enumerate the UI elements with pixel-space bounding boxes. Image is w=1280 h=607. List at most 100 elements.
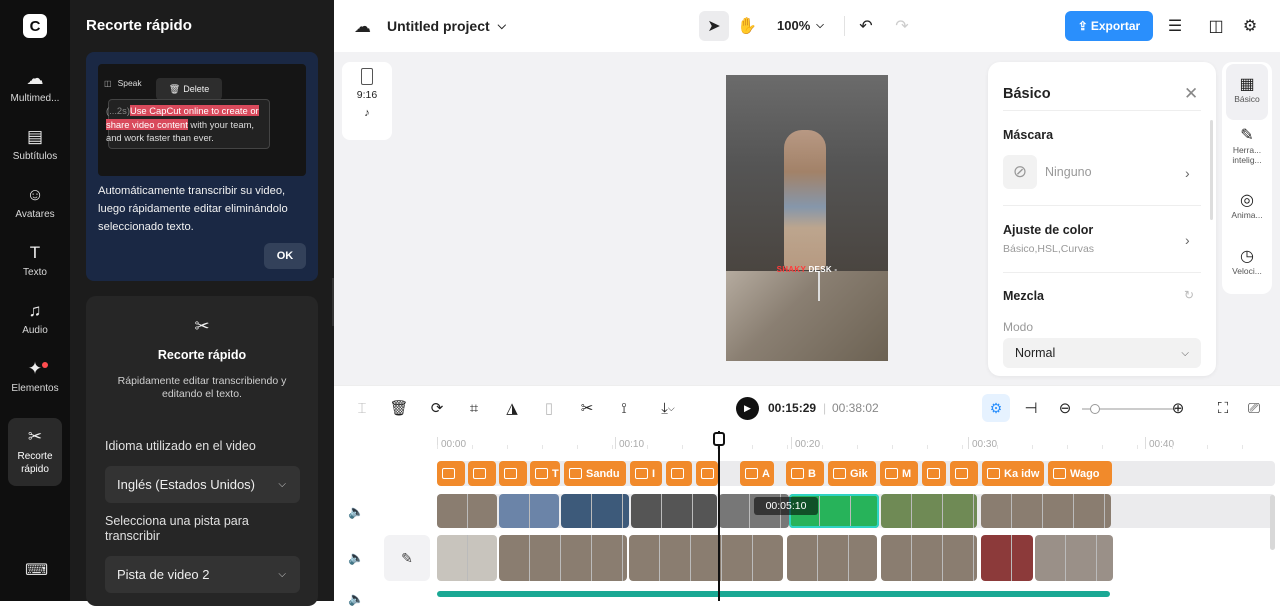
video-clip[interactable]: [787, 535, 877, 581]
redo-icon[interactable]: ↷: [887, 11, 917, 41]
tab-animation[interactable]: ◎ Anima...: [1222, 180, 1272, 236]
tab-magic[interactable]: ✎ Herra... intelig...: [1222, 120, 1272, 176]
crop-icon[interactable]: ⌗: [460, 394, 488, 422]
video-clip[interactable]: [881, 494, 977, 528]
blend-mode-select[interactable]: Normal ⌵: [1003, 338, 1201, 368]
text-clip[interactable]: Ka idw: [982, 461, 1044, 486]
volume-icon[interactable]: 🔈: [348, 504, 364, 520]
color-adjust-label[interactable]: Ajuste de color: [1003, 223, 1093, 237]
video-clip[interactable]: [499, 535, 627, 581]
ruler-tick-label: 00:30: [972, 439, 998, 450]
rail-item-elements[interactable]: ✦ Elementos: [0, 348, 70, 406]
auto-snap-icon[interactable]: ⚙: [982, 394, 1010, 422]
text-clip[interactable]: [922, 461, 946, 486]
aspect-ratio-button[interactable]: 9:16 ♪: [342, 62, 392, 140]
rail-item-text[interactable]: T Texto: [0, 232, 70, 290]
link-icon[interactable]: ⊣: [1017, 394, 1045, 422]
reset-icon[interactable]: ↻: [1184, 288, 1194, 302]
chevron-right-icon[interactable]: ›: [1185, 165, 1190, 181]
mask-value[interactable]: Ninguno: [1045, 165, 1092, 179]
project-title[interactable]: Untitled project ⌵: [387, 18, 506, 34]
video-clip[interactable]: [981, 494, 1111, 528]
rail-item-quick-cut[interactable]: ✂ Recorte rápido: [8, 418, 62, 486]
video-clip[interactable]: [561, 494, 629, 528]
zoom-slider-handle[interactable]: [1090, 404, 1100, 414]
video-clip[interactable]: [881, 535, 977, 581]
close-icon[interactable]: ✕: [1184, 84, 1198, 104]
rotate-icon[interactable]: ⟳: [423, 394, 451, 422]
video-clip[interactable]: [499, 494, 559, 528]
ruler-tick-label: 00:40: [1149, 439, 1175, 450]
trim-icon[interactable]: ⟟: [610, 394, 638, 422]
timeline-scrollbar[interactable]: [1270, 495, 1275, 550]
zoom-select[interactable]: 100% ⌵: [777, 18, 824, 33]
text-clip[interactable]: T: [530, 461, 560, 486]
video-clip[interactable]: [1035, 535, 1113, 581]
language-select[interactable]: Inglés (Estados Unidos) ⌵: [105, 466, 300, 503]
fullscreen-icon[interactable]: ⛶: [1209, 394, 1237, 422]
export-button[interactable]: ⇪ Exportar: [1065, 11, 1153, 41]
rail-item-avatar[interactable]: ☺ Avatares: [0, 174, 70, 232]
text-clip[interactable]: Wago: [1048, 461, 1112, 486]
text-clip[interactable]: B: [786, 461, 824, 486]
delete-icon[interactable]: 🗑: [385, 394, 413, 422]
ok-button[interactable]: OK: [264, 243, 306, 269]
text-clip[interactable]: A: [740, 461, 774, 486]
keyboard-icon[interactable]: ⌨: [25, 560, 48, 580]
text-clip[interactable]: [950, 461, 978, 486]
layout-icon[interactable]: ◫: [1201, 11, 1231, 41]
flip-icon[interactable]: ◮: [498, 394, 526, 422]
tab-speed[interactable]: ◷ Veloci...: [1222, 236, 1272, 292]
text-clip[interactable]: Gik: [828, 461, 876, 486]
zoom-out-icon[interactable]: ⊖: [1051, 394, 1079, 422]
tab-basic[interactable]: ▦ Básico: [1226, 64, 1268, 120]
ruler-tick-label: 00:10: [619, 439, 645, 450]
text-clip[interactable]: [437, 461, 465, 486]
chevron-down-icon: ⌵: [497, 19, 507, 32]
text-clip[interactable]: Sandu: [564, 461, 626, 486]
text-clip[interactable]: I: [630, 461, 662, 486]
caption-icon[interactable]: ⎚: [1240, 394, 1268, 422]
text-clip[interactable]: [468, 461, 496, 486]
undo-icon[interactable]: ↶: [851, 11, 881, 41]
rail-item-music[interactable]: ♫ Audio: [0, 290, 70, 348]
download-icon[interactable]: ⤓ ⌵: [650, 394, 686, 422]
split-icon[interactable]: ⌶: [348, 394, 376, 422]
text-clip[interactable]: [666, 461, 692, 486]
settings-icon[interactable]: ⚙: [1235, 11, 1265, 41]
volume-icon[interactable]: 🔈: [348, 550, 364, 566]
select-tool-icon[interactable]: ➤: [699, 11, 729, 41]
video-clip[interactable]: [437, 494, 497, 528]
edit-icon[interactable]: ✎: [384, 535, 430, 581]
hand-tool-icon[interactable]: ✋: [732, 11, 762, 41]
tab-label: Herra... intelig...: [1232, 145, 1262, 165]
quick-cut-tool-icon[interactable]: ✂: [573, 394, 601, 422]
video-preview[interactable]: SHAKY DESK -: [726, 75, 888, 361]
rail-item-cloud-upload[interactable]: ☁ Multimed...: [0, 58, 70, 116]
play-button[interactable]: ▶: [736, 397, 759, 420]
tip-card: ◫ Speak 🗑 Delete (...2s)Use CapCut online…: [86, 52, 318, 281]
volume-icon[interactable]: 🔈: [348, 591, 364, 607]
cloud-icon[interactable]: ☁: [354, 17, 371, 37]
freeze-icon[interactable]: ▯: [535, 394, 563, 422]
playhead-handle[interactable]: [713, 432, 725, 446]
layers-icon[interactable]: ☰: [1160, 11, 1190, 41]
track-select[interactable]: Pista de video 2 ⌵: [105, 556, 300, 593]
rail-item-subtitles[interactable]: ▤ Subtítulos: [0, 116, 70, 174]
text-clip[interactable]: [696, 461, 718, 486]
playhead[interactable]: [718, 431, 720, 601]
panel-scrollbar[interactable]: [1210, 120, 1213, 220]
chevron-right-icon[interactable]: ›: [1185, 232, 1190, 248]
video-clip[interactable]: [437, 535, 497, 581]
time-ruler[interactable]: 00:00 00:10 00:20 00:30 00:40: [334, 431, 1280, 459]
app-logo[interactable]: C: [23, 14, 47, 38]
audio-track[interactable]: [437, 591, 1110, 597]
text-clip[interactable]: M: [880, 461, 918, 486]
video-clip[interactable]: [629, 535, 783, 581]
video-clip[interactable]: [981, 535, 1033, 581]
zoom-in-icon[interactable]: ⊕: [1164, 394, 1192, 422]
no-mask-icon[interactable]: ⊘: [1003, 155, 1037, 189]
video-clip[interactable]: [631, 494, 717, 528]
canvas-area: 9:16 ♪ SHAKY DESK - Básico ✕ Máscara ⊘ N…: [334, 52, 1280, 385]
text-clip[interactable]: [499, 461, 527, 486]
